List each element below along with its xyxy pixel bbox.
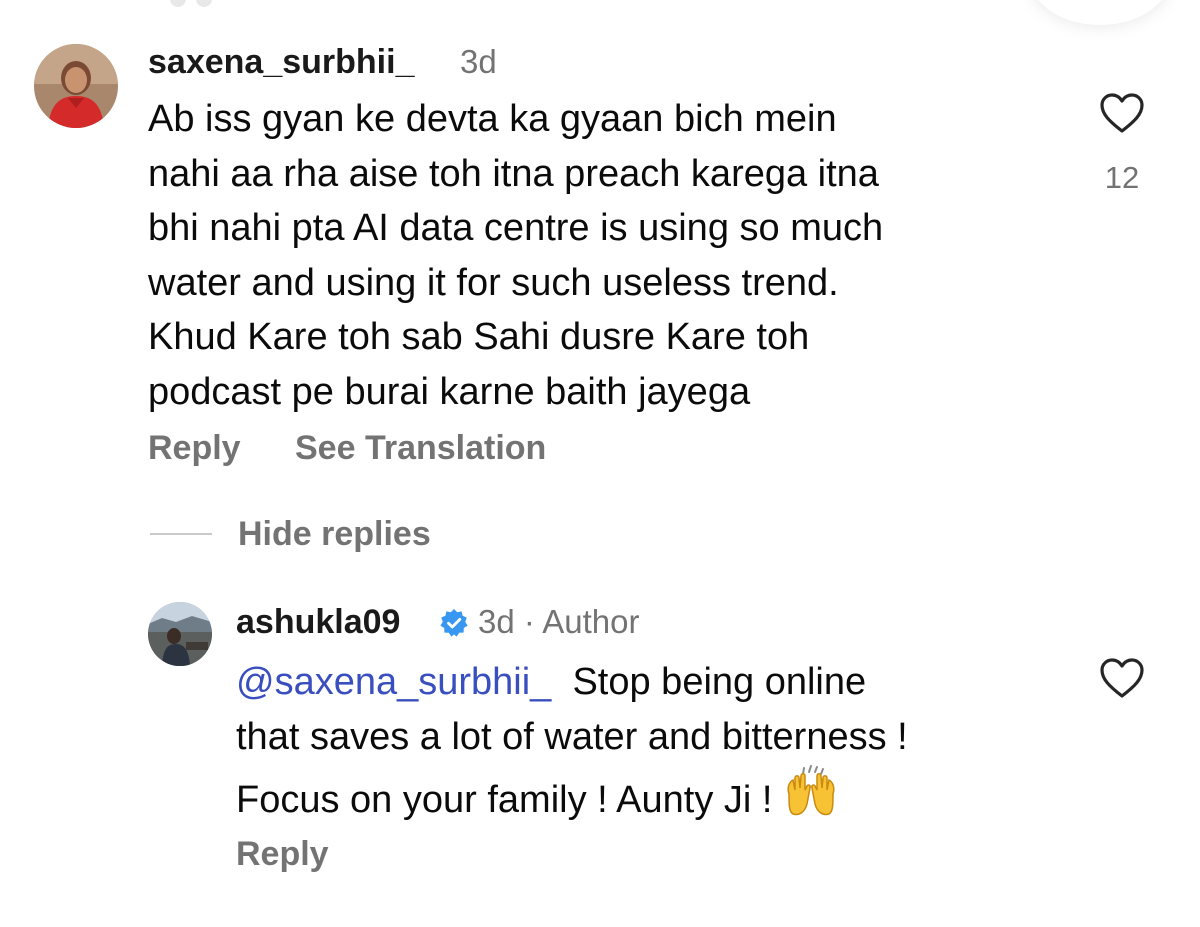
comment-timestamp: 3d xyxy=(460,43,497,80)
raising-hands-emoji xyxy=(783,764,839,818)
hide-replies-button[interactable]: Hide replies xyxy=(238,514,431,554)
floating-button-edge xyxy=(1030,0,1170,25)
comment-text: Ab iss gyan ke devta ka gyaan bich mein … xyxy=(148,98,884,413)
reply-button[interactable]: Reply xyxy=(148,428,241,468)
reply-text: @saxena_surbhii_ Stop being online that … xyxy=(236,655,1096,828)
comment-username[interactable]: saxena_surbhii_ xyxy=(148,42,414,82)
avatar[interactable] xyxy=(34,44,118,128)
verified-badge-icon xyxy=(439,608,469,638)
comments-screen: saxena_surbhii_ 3d Ab iss gyan ke devta … xyxy=(0,0,1200,927)
truncated-previous-content xyxy=(170,0,250,7)
like-count: 12 xyxy=(1104,160,1140,195)
see-translation-button[interactable]: See Translation xyxy=(295,428,546,468)
heart-outline-icon[interactable] xyxy=(1099,92,1145,134)
reply-text-line-3: Focus on your family ! Aunty Ji ! xyxy=(236,764,1096,828)
reply-button[interactable]: Reply xyxy=(236,834,329,874)
reply-text-line-1: @saxena_surbhii_ Stop being online xyxy=(236,655,1096,710)
reply-text-line2: that saves a lot of water and bitterness… xyxy=(236,715,908,758)
reply-timestamp-author: 3d · Author xyxy=(478,603,640,640)
heart-outline-icon[interactable] xyxy=(1099,657,1145,699)
replies-divider xyxy=(150,533,212,535)
reply-text-line1: Stop being online xyxy=(572,661,867,703)
avatar[interactable] xyxy=(148,602,212,666)
mention-link[interactable]: @saxena_surbhii_ xyxy=(236,661,551,703)
reply-username[interactable]: ashukla09 xyxy=(236,602,400,642)
reply-text-line3: Focus on your family ! Aunty Ji ! xyxy=(236,779,773,821)
